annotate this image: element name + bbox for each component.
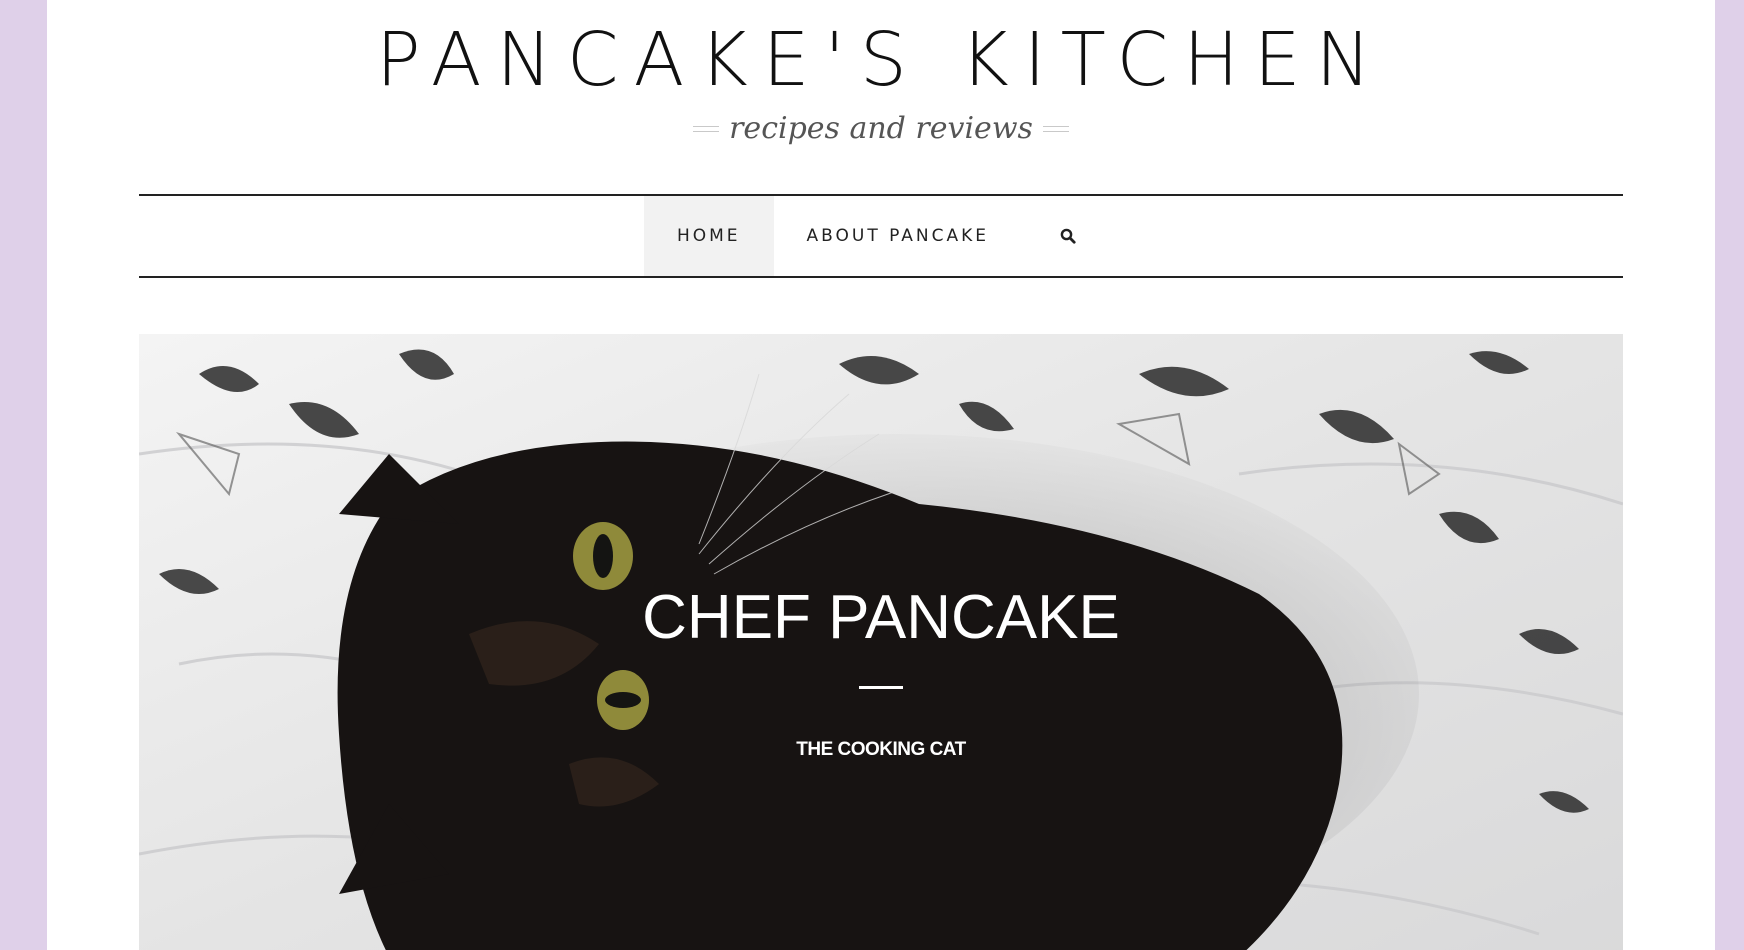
page-container: PANCAKE'S KITCHEN recipes and reviews HO… — [47, 0, 1715, 950]
nav-item-label: ABOUT PANCAKE — [806, 226, 990, 246]
search-icon — [1060, 228, 1076, 244]
site-tagline: recipes and reviews — [729, 111, 1033, 146]
nav-item-label: HOME — [676, 226, 741, 246]
nav-item-home[interactable]: HOME — [643, 196, 774, 276]
nav-item-about-pancake[interactable]: ABOUT PANCAKE — [774, 196, 1023, 276]
hero-subtitle: THE COOKING CAT — [796, 739, 966, 760]
hero-title: CHEF PANCAKE — [642, 583, 1120, 652]
site-title[interactable]: PANCAKE'S KITCHEN — [47, 18, 1715, 102]
hero-divider — [859, 686, 903, 689]
tagline-row: recipes and reviews — [47, 108, 1715, 150]
nav-search-button[interactable] — [1022, 196, 1118, 276]
tagline-left-dash — [693, 126, 720, 132]
hero-text: CHEF PANCAKE THE COOKING CAT — [139, 582, 1623, 761]
main-nav: HOME ABOUT PANCAKE — [139, 194, 1623, 278]
hero-banner[interactable]: CHEF PANCAKE THE COOKING CAT — [139, 334, 1623, 950]
tagline-right-dash — [1042, 126, 1069, 132]
